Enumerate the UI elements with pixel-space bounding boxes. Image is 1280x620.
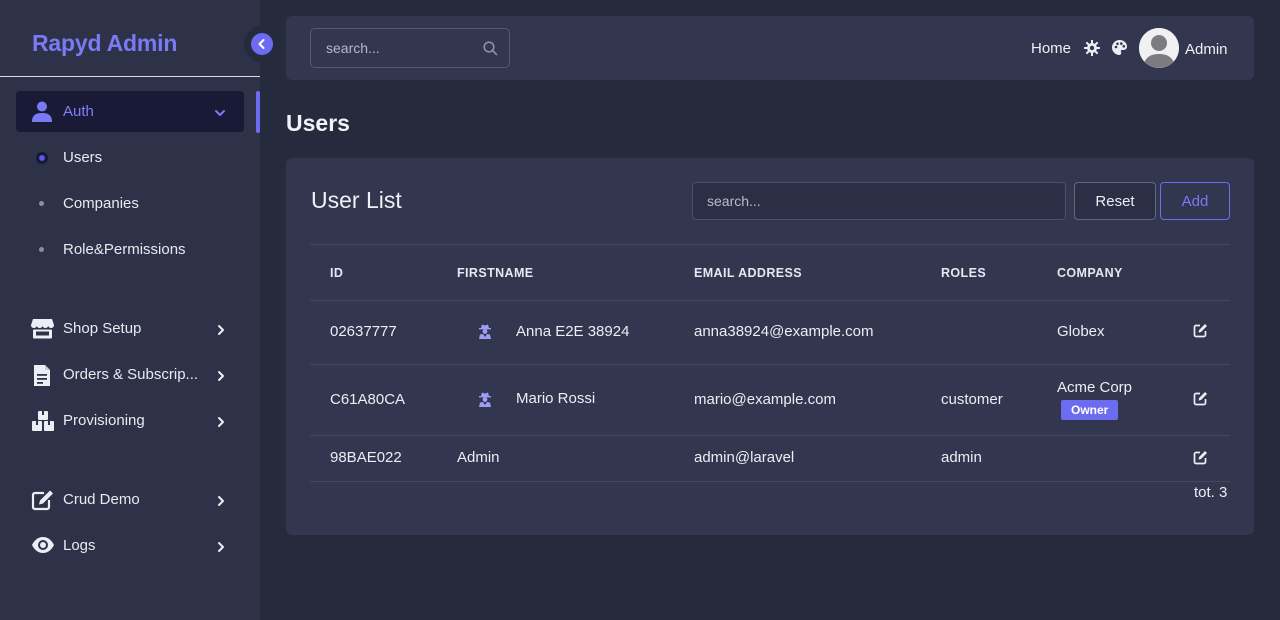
sidebar-item-label: Orders & Subscrip... — [63, 366, 199, 383]
cell-firstname: Anna E2E 38924 — [516, 323, 630, 340]
chevron-right-icon — [216, 415, 226, 433]
home-link[interactable]: Home — [1031, 40, 1071, 57]
chevron-left-icon — [251, 33, 273, 55]
column-header-email[interactable]: EMAIL ADDRESS — [694, 266, 802, 280]
sidebar-item-role-permissions[interactable]: Role&Permissions — [0, 235, 260, 265]
sidebar-item-users[interactable]: Users — [0, 143, 260, 173]
cell-firstname: Admin — [457, 449, 500, 466]
cell-id: 02637777 — [330, 323, 397, 340]
cell-company: Acme Corp — [1057, 379, 1133, 396]
chevron-right-icon — [216, 369, 226, 387]
edit-icon[interactable] — [1193, 450, 1208, 470]
palette-icon[interactable] — [1111, 39, 1128, 61]
column-header-roles[interactable]: ROLES — [941, 266, 986, 280]
user-secret-icon — [478, 392, 492, 412]
sidebar-item-provisioning[interactable]: Provisioning — [0, 405, 260, 437]
cell-id: 98BAE022 — [330, 449, 402, 466]
sidebar-item-logs[interactable]: Logs — [0, 530, 260, 562]
sidebar-item-label: Shop Setup — [63, 320, 142, 337]
eye-icon — [31, 535, 55, 560]
user-list-card: User List Reset Add ID FIRSTNAME EMAIL A… — [286, 158, 1254, 535]
global-search — [310, 28, 510, 68]
store-icon — [31, 318, 54, 344]
brand-logo[interactable]: Rapyd Admin — [32, 30, 177, 57]
cell-email: mario@example.com — [694, 391, 836, 408]
sidebar-item-label: Users — [63, 149, 103, 166]
divider — [310, 481, 1230, 482]
chevron-down-icon — [214, 105, 226, 123]
reset-button[interactable]: Reset — [1074, 182, 1156, 220]
gear-icon[interactable] — [1084, 40, 1100, 61]
active-dot-icon — [36, 152, 48, 164]
sidebar: Rapyd Admin Auth Users Companies Role&Pe… — [0, 0, 260, 620]
cell-company: Globex — [1057, 323, 1105, 340]
topbar: Home Admin — [286, 16, 1254, 80]
column-header-firstname[interactable]: FIRSTNAME — [457, 266, 534, 280]
sidebar-item-crud-demo[interactable]: Crud Demo — [0, 484, 260, 516]
sidebar-item-label: Companies — [63, 195, 139, 212]
global-search-input[interactable] — [311, 29, 481, 67]
brand-divider — [0, 76, 260, 77]
sidebar-item-companies[interactable]: Companies — [0, 189, 260, 219]
user-search-input[interactable] — [693, 183, 1065, 219]
cell-id: C61A80CA — [330, 391, 406, 408]
page-title: Users — [286, 110, 350, 136]
sidebar-item-shop-setup[interactable]: Shop Setup — [0, 313, 260, 345]
sidebar-item-label: Logs — [63, 537, 96, 554]
column-header-company[interactable]: COMPANY — [1057, 266, 1123, 280]
table-row[interactable]: 98BAE022 Admin admin@laravel admin — [310, 436, 1230, 481]
chevron-right-icon — [216, 323, 226, 341]
avatar[interactable] — [1139, 28, 1179, 68]
document-icon — [31, 364, 53, 392]
user-icon — [32, 101, 52, 127]
divider — [310, 244, 1230, 245]
sidebar-item-auth[interactable]: Auth — [16, 91, 244, 132]
sidebar-item-label: Crud Demo — [63, 491, 140, 508]
table-row[interactable]: C61A80CA Mario Rossi mario@example.com c… — [310, 365, 1230, 435]
chevron-right-icon — [216, 494, 226, 512]
cell-roles: admin — [941, 449, 982, 466]
edit-icon[interactable] — [1193, 391, 1208, 411]
user-secret-icon — [478, 324, 492, 344]
chevron-right-icon — [216, 540, 226, 558]
dot-icon — [39, 201, 44, 206]
cell-email: anna38924@example.com — [694, 323, 874, 340]
user-name[interactable]: Admin — [1185, 41, 1228, 58]
sidebar-collapse-button[interactable] — [244, 26, 280, 62]
column-header-id[interactable]: ID — [330, 266, 343, 280]
sidebar-item-orders-subscriptions[interactable]: Orders & Subscrip... — [0, 359, 260, 391]
user-search — [692, 182, 1066, 220]
total-count: tot. 3 — [1194, 484, 1228, 501]
add-button[interactable]: Add — [1160, 182, 1230, 220]
search-icon[interactable] — [483, 41, 498, 61]
card-title: User List — [311, 187, 402, 213]
edit-icon[interactable] — [1193, 323, 1208, 343]
cell-roles: customer — [941, 391, 1003, 408]
sidebar-item-label: Provisioning — [63, 412, 145, 429]
active-indicator — [256, 91, 260, 133]
owner-badge: Owner — [1061, 400, 1119, 420]
sidebar-item-label: Auth — [63, 103, 94, 120]
table-row[interactable]: 02637777 Anna E2E 38924 anna38924@exampl… — [310, 301, 1230, 365]
boxes-icon — [31, 410, 55, 437]
cell-firstname: Mario Rossi — [516, 390, 596, 407]
dot-icon — [39, 247, 44, 252]
cell-email: admin@laravel — [694, 449, 795, 466]
sidebar-item-label: Role&Permissions — [63, 241, 186, 258]
edit-icon — [31, 489, 55, 516]
